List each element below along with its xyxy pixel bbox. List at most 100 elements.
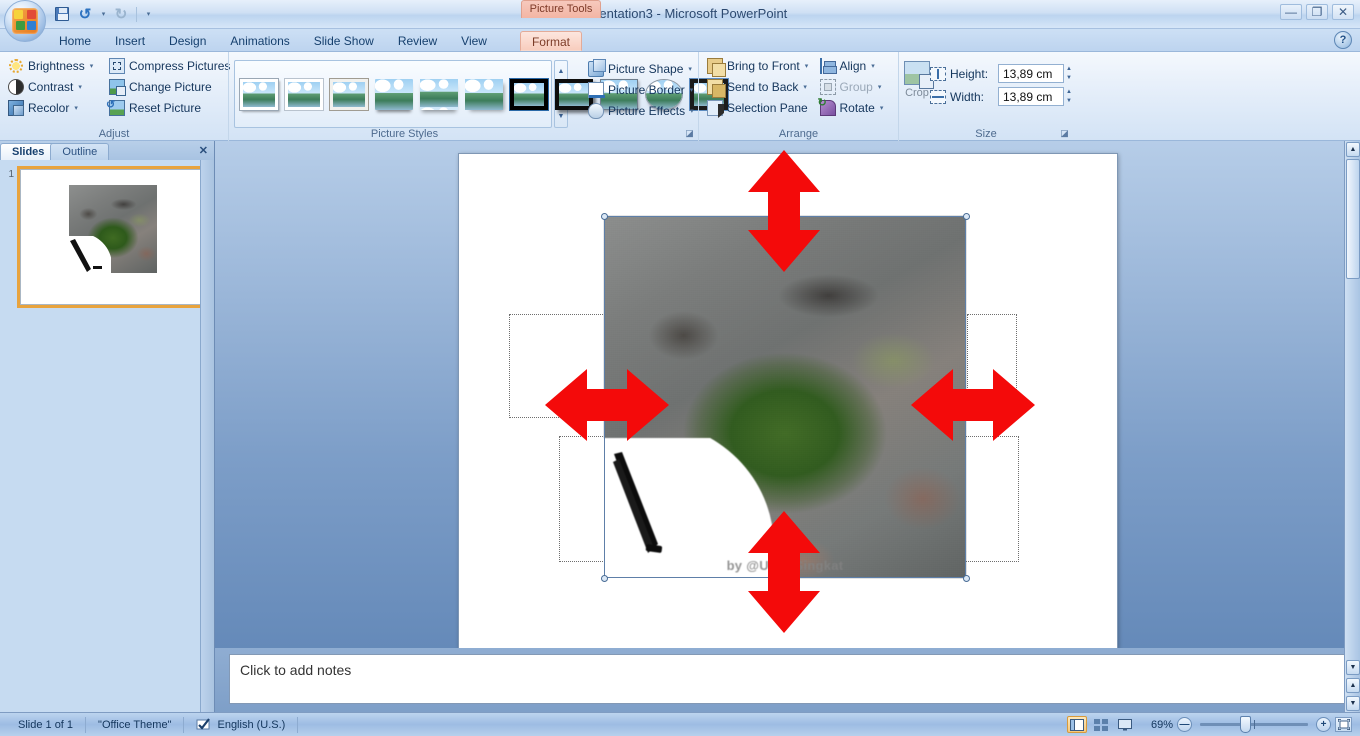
resize-handle-top-right[interactable] (962, 212, 970, 220)
slide-sorter-view-button[interactable] (1091, 716, 1111, 733)
slide-area-scrollbar[interactable]: ▲ ▼ ▲ ▼ (1344, 141, 1360, 712)
help-icon[interactable]: ? (1334, 31, 1352, 49)
workspace: Slides Outline ✕ 1 by Click to add notes… (0, 141, 1360, 712)
slides-pane-scrollbar[interactable] (200, 160, 214, 712)
tab-review[interactable]: Review (387, 31, 448, 51)
tab-slides[interactable]: Slides (0, 143, 57, 160)
scroll-up-icon[interactable]: ▲ (1346, 142, 1360, 157)
close-button[interactable]: ✕ (1332, 4, 1354, 20)
picture-style-thumb[interactable] (239, 77, 279, 111)
compress-pictures-label: Compress Pictures (129, 58, 231, 73)
tab-home[interactable]: Home (48, 31, 102, 51)
group-button: Group ▾ (817, 76, 895, 97)
tab-view[interactable]: View (450, 31, 498, 51)
slide-list-item[interactable]: 1 (4, 166, 210, 308)
width-stepper[interactable]: ▲ ▼ (1066, 88, 1072, 106)
restore-button[interactable]: ❐ (1306, 4, 1328, 20)
zoom-slider-track[interactable] (1200, 716, 1308, 733)
zoom-out-button[interactable]: — (1177, 717, 1192, 732)
compress-pictures-button[interactable]: Compress Pictures (106, 55, 230, 76)
height-input[interactable] (998, 64, 1064, 83)
picture-style-thumb[interactable] (329, 77, 369, 111)
office-logo-icon (12, 8, 38, 34)
bring-to-front-button[interactable]: Bring to Front ▾ (704, 55, 813, 77)
group-icon (819, 78, 836, 95)
customize-qat-button[interactable]: ▾ (142, 4, 154, 24)
picture-shape-icon (588, 58, 606, 77)
width-spin-up-icon[interactable]: ▲ (1066, 88, 1072, 97)
tab-animations[interactable]: Animations (219, 31, 300, 51)
undo-button[interactable]: ↺ (75, 4, 95, 24)
picture-border-button[interactable]: Picture Border ▾ (585, 79, 694, 100)
height-label: Height: (950, 66, 989, 81)
selection-pane-label: Selection Pane (727, 100, 808, 115)
resize-handle-top-left[interactable] (600, 212, 608, 220)
width-icon (930, 89, 946, 104)
language-label: English (U.S.) (217, 718, 286, 731)
normal-view-button[interactable] (1066, 716, 1087, 733)
contrast-button[interactable]: Contrast ▾ (5, 76, 104, 97)
theme-name[interactable]: "Office Theme" (86, 716, 185, 733)
redo-button[interactable]: ↻ (111, 4, 131, 24)
selection-pane-button[interactable]: Selection Pane (704, 97, 813, 118)
slide-number: 1 (8, 169, 14, 180)
tab-insert[interactable]: Insert (104, 31, 156, 51)
picture-style-thumb[interactable] (509, 77, 549, 111)
picture-styles-dialog-launcher[interactable]: ◪ (684, 128, 695, 139)
minimize-button[interactable]: — (1280, 4, 1302, 20)
slide-thumbnail-selected[interactable] (17, 166, 207, 308)
next-slide-icon[interactable]: ▼ (1346, 696, 1360, 711)
scroll-down-icon[interactable]: ▼ (1346, 660, 1360, 675)
brightness-button[interactable]: Brightness ▾ (5, 55, 104, 76)
zoom-in-button[interactable]: + (1316, 717, 1331, 732)
language-status[interactable]: English (U.S.) (184, 716, 299, 733)
scroll-thumb[interactable] (1346, 159, 1360, 279)
align-button[interactable]: Align ▾ (817, 55, 895, 76)
tab-design[interactable]: Design (158, 31, 217, 51)
send-to-back-button[interactable]: Send to Back ▾ (704, 76, 813, 98)
height-stepper[interactable]: ▲ ▼ (1066, 65, 1072, 83)
tab-format[interactable]: Format (519, 31, 582, 51)
fit-slide-to-window-button[interactable] (1335, 717, 1352, 732)
tab-slide-show[interactable]: Slide Show (303, 31, 385, 51)
resize-handle-bottom-right[interactable] (962, 574, 970, 582)
size-dialog-launcher[interactable]: ◪ (1059, 128, 1070, 139)
height-spin-down-icon[interactable]: ▼ (1066, 74, 1072, 83)
zoom-level-label[interactable]: 69% (1151, 719, 1173, 731)
width-spin-down-icon[interactable]: ▼ (1066, 97, 1072, 106)
change-picture-button[interactable]: Change Picture (106, 76, 224, 97)
slide-editing-area: by @UmorSingkat (215, 141, 1360, 712)
picture-style-thumb[interactable] (420, 78, 458, 110)
picture-style-thumb[interactable] (284, 77, 324, 111)
undo-dropdown[interactable]: ▾ (98, 4, 108, 24)
picture-border-label: Picture Border (608, 82, 685, 97)
picture-styles-gallery[interactable] (234, 60, 729, 128)
slide-thumbnail (20, 169, 204, 305)
picture-shape-label: Picture Shape (608, 61, 684, 76)
rotate-button[interactable]: Rotate ▾ (817, 96, 895, 118)
brightness-label: Brightness (28, 58, 85, 73)
slide-canvas[interactable]: by @UmorSingkat (458, 150, 1118, 649)
picture-style-thumb[interactable] (375, 78, 413, 110)
office-button[interactable] (4, 0, 46, 42)
height-spin-up-icon[interactable]: ▲ (1066, 65, 1072, 74)
picture-shape-button[interactable]: Picture Shape ▾ (585, 58, 694, 79)
contrast-label: Contrast (28, 79, 74, 94)
notes-placeholder[interactable]: Click to add notes (229, 654, 1346, 704)
picture-effects-button[interactable]: Picture Effects ▾ (585, 100, 694, 121)
reset-picture-label: Reset Picture (129, 100, 202, 115)
resize-handle-bottom-left[interactable] (600, 574, 608, 582)
save-button[interactable] (52, 4, 72, 24)
zoom-slider[interactable] (1200, 716, 1308, 733)
reset-picture-button[interactable]: Reset Picture (106, 97, 224, 118)
slide-show-view-button[interactable] (1115, 716, 1135, 733)
picture-style-thumb[interactable] (465, 78, 503, 110)
undo-icon: ↺ (78, 6, 92, 23)
close-pane-icon[interactable]: ✕ (199, 144, 208, 157)
spellcheck-icon (196, 718, 211, 730)
width-input[interactable] (998, 87, 1064, 106)
previous-slide-icon[interactable]: ▲ (1346, 678, 1360, 693)
recolor-button[interactable]: Recolor ▾ (5, 97, 104, 118)
tab-outline[interactable]: Outline (50, 143, 110, 160)
zoom-slider-thumb[interactable] (1240, 716, 1251, 733)
